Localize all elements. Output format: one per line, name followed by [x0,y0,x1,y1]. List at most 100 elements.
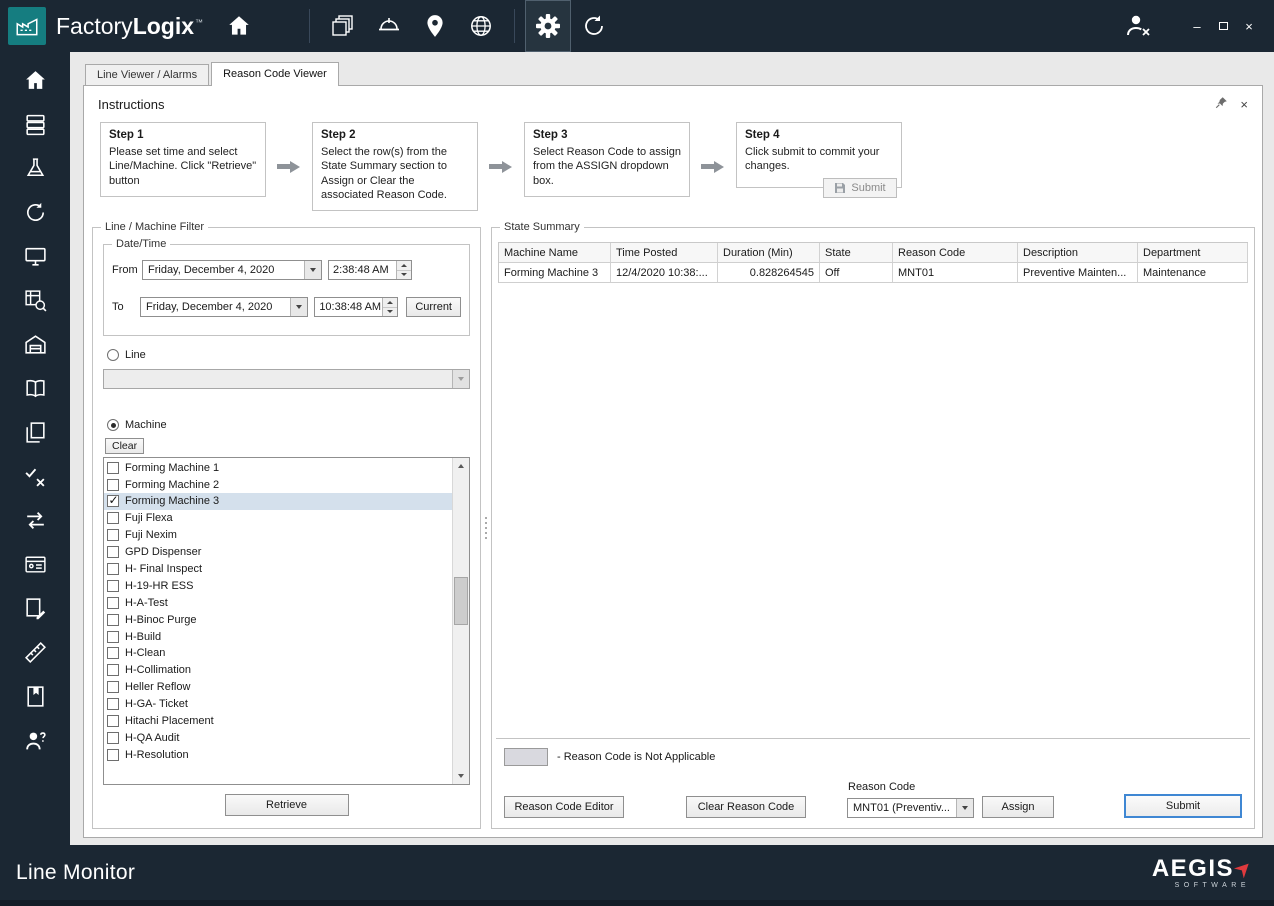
machine-radio[interactable] [107,419,119,431]
scrollbar-thumb[interactable] [454,577,468,625]
machine-list-item[interactable]: H-Clean [104,645,452,662]
from-time-spinner[interactable]: 2:38:48 AM [328,260,412,280]
sidebar-button-transfer[interactable] [17,504,53,537]
close-button[interactable]: × [1236,15,1262,37]
checkbox-icon[interactable] [107,529,119,541]
web-button[interactable] [458,0,504,52]
scroll-down-button[interactable] [453,768,469,784]
checkbox-icon[interactable] [107,631,119,643]
instructions-close-button[interactable]: × [1240,98,1248,111]
checkbox-icon[interactable] [107,512,119,524]
minimize-button[interactable]: – [1184,15,1210,37]
checkbox-icon[interactable] [107,749,119,761]
sidebar-button-verify[interactable] [17,460,53,493]
machine-list-item[interactable]: H-Build [104,628,452,645]
checkbox-icon[interactable] [107,681,119,693]
checkbox-icon[interactable] [107,614,119,626]
sidebar-button-edit-document[interactable] [17,592,53,625]
line-radio[interactable] [107,349,119,361]
to-time-spinner[interactable]: 10:38:48 AM [314,297,398,317]
engineering-button[interactable] [366,0,412,52]
retrieve-button[interactable]: Retrieve [225,794,349,816]
logout-user-button[interactable] [1120,6,1156,46]
to-date-dropdown[interactable]: Friday, December 4, 2020 [140,297,308,317]
checkbox-icon[interactable] [107,462,119,474]
pane-splitter[interactable] [481,227,491,829]
instructions-submit-button[interactable]: Submit [823,178,897,198]
machine-list-item[interactable]: H- Final Inspect [104,561,452,578]
clear-button[interactable]: Clear [105,438,144,454]
pin-button[interactable] [1215,96,1228,112]
column-header[interactable]: Machine Name [499,243,611,263]
machine-list-item[interactable]: Fuji Nexim [104,527,452,544]
reason-code-dropdown[interactable]: MNT01 (Preventiv... [847,798,974,818]
history-button[interactable] [571,0,617,52]
dropdown-button[interactable] [452,370,469,388]
time-down-button[interactable] [383,308,397,317]
checkbox-icon[interactable] [107,647,119,659]
checkbox-icon[interactable] [107,479,119,491]
sidebar-button-refresh[interactable] [17,196,53,229]
column-header[interactable]: Time Posted [611,243,718,263]
machine-list-item[interactable]: Hitachi Placement [104,713,452,730]
sidebar-button-production[interactable] [17,152,53,185]
machine-list-item[interactable]: GPD Dispenser [104,544,452,561]
time-up-button[interactable] [397,261,411,271]
submit-button[interactable]: Submit [1124,794,1242,818]
checkbox-checked-icon[interactable] [107,495,119,507]
dropdown-button[interactable] [956,799,973,817]
checkbox-icon[interactable] [107,580,119,592]
column-header[interactable]: Department [1138,243,1248,263]
column-header[interactable]: Reason Code [893,243,1018,263]
machine-list-item[interactable]: H-Collimation [104,662,452,679]
checkbox-icon[interactable] [107,563,119,575]
from-date-dropdown[interactable]: Friday, December 4, 2020 [142,260,322,280]
sidebar-button-measure[interactable] [17,636,53,669]
sidebar-button-documentation[interactable] [17,372,53,405]
machine-list-item[interactable]: Fuji Flexa [104,510,452,527]
sidebar-button-lookup[interactable] [17,284,53,317]
line-dropdown-disabled[interactable] [103,369,470,389]
sidebar-button-user-help[interactable] [17,724,53,757]
assign-button[interactable]: Assign [982,796,1054,818]
machine-list-scrollbar[interactable] [452,458,469,784]
sidebar-button-document-flag[interactable] [17,680,53,713]
sidebar-button-monitor[interactable] [17,240,53,273]
machine-list-item[interactable]: Forming Machine 1 [104,459,452,476]
home-button[interactable] [219,0,259,52]
column-header[interactable]: Duration (Min) [718,243,820,263]
dropdown-button[interactable] [290,298,307,316]
machine-list-item[interactable]: H-A-Test [104,594,452,611]
location-button[interactable] [412,0,458,52]
sidebar-button-badge[interactable] [17,548,53,581]
machine-list-item[interactable]: H-QA Audit [104,729,452,746]
machine-list-item[interactable]: Heller Reflow [104,679,452,696]
tab-reason-code-viewer[interactable]: Reason Code Viewer [211,62,339,86]
column-header[interactable]: Description [1018,243,1138,263]
machine-list-item[interactable]: Forming Machine 2 [104,476,452,493]
time-down-button[interactable] [397,271,411,280]
documents-button[interactable] [320,0,366,52]
time-up-button[interactable] [383,298,397,308]
tab-line-viewer-alarms[interactable]: Line Viewer / Alarms [85,64,209,85]
column-header[interactable]: State [820,243,893,263]
maximize-button[interactable] [1210,15,1236,37]
machine-list-item[interactable]: H-GA- Ticket [104,696,452,713]
checkbox-icon[interactable] [107,698,119,710]
checkbox-icon[interactable] [107,664,119,676]
checkbox-icon[interactable] [107,715,119,727]
machine-list-item[interactable]: H-19-HR ESS [104,577,452,594]
machine-list-item[interactable]: H-Resolution [104,746,452,763]
sidebar-button-copy[interactable] [17,416,53,449]
reason-code-editor-button[interactable]: Reason Code Editor [504,796,624,818]
machine-list-item[interactable]: H-Binoc Purge [104,611,452,628]
machine-list-item-selected[interactable]: Forming Machine 3 [104,493,452,510]
scroll-up-button[interactable] [453,458,469,474]
clear-reason-code-button[interactable]: Clear Reason Code [686,796,806,818]
sidebar-button-warehouse[interactable] [17,328,53,361]
sidebar-button-home[interactable] [17,64,53,97]
checkbox-icon[interactable] [107,597,119,609]
checkbox-icon[interactable] [107,732,119,744]
settings-button[interactable] [525,0,571,52]
table-row[interactable]: Forming Machine 3 12/4/2020 10:38:... 0.… [499,263,1248,283]
